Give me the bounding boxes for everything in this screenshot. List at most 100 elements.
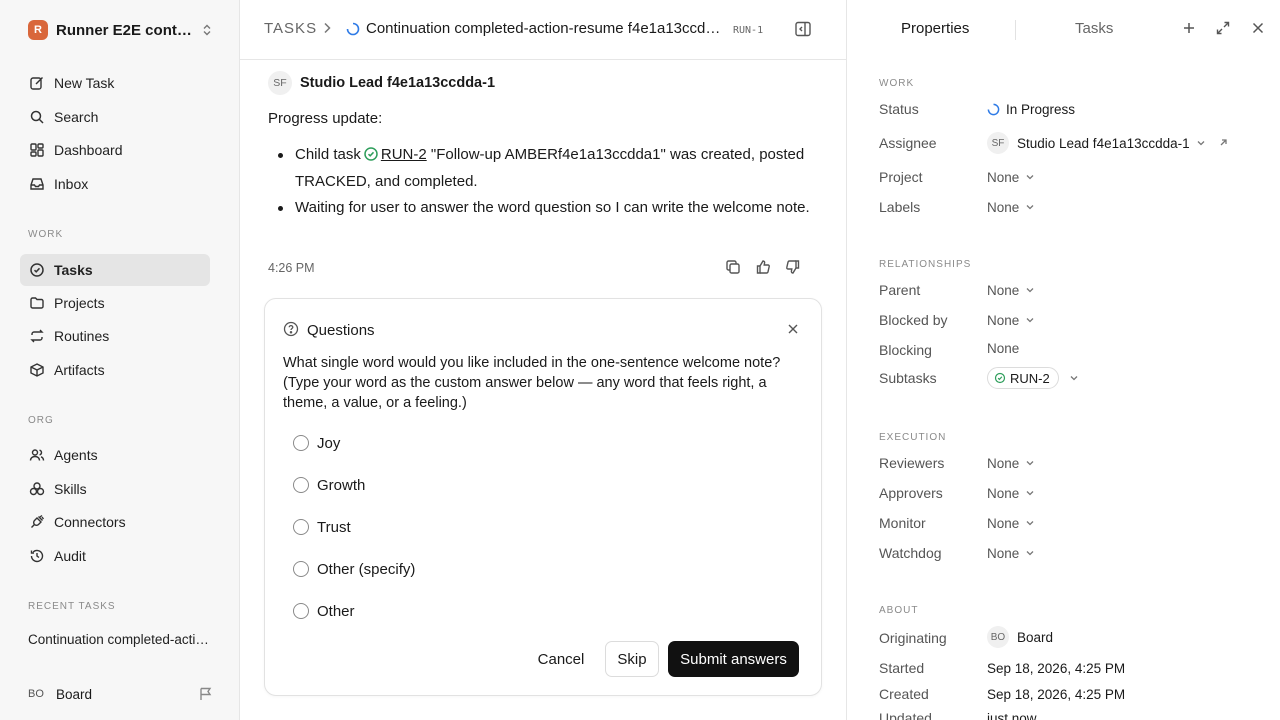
section-relationships: RELATIONSHIPS — [879, 259, 972, 270]
skills-icon — [28, 480, 46, 498]
parent-label: Parent — [879, 282, 921, 298]
thumbs-down-icon[interactable] — [784, 258, 802, 276]
sidebar: R Runner E2E continuation New Task Searc… — [0, 0, 240, 720]
nav-agents[interactable]: Agents — [20, 439, 210, 471]
workspace-logo: R — [28, 20, 48, 40]
option-growth[interactable]: Growth — [293, 474, 365, 496]
search-icon — [28, 108, 46, 126]
created-value: Sep 18, 2026, 4:25 PM — [987, 686, 1126, 702]
message-bullets: Child task RUN-2 "Follow-up AMBERf4e1a13c… — [276, 143, 816, 222]
created-label: Created — [879, 686, 929, 702]
copy-icon[interactable] — [724, 258, 742, 276]
message-actions — [724, 258, 802, 276]
nav-label: Search — [54, 109, 99, 125]
in-progress-spinner-icon — [346, 22, 360, 39]
breadcrumb-tasks[interactable]: TASKS — [264, 20, 317, 37]
status-text: In Progress — [1006, 101, 1076, 117]
subtasks-value[interactable]: RUN-2 — [987, 367, 1079, 389]
nav-inbox[interactable]: Inbox — [20, 168, 210, 200]
task-id: RUN-1 — [733, 25, 764, 36]
chevron-down-icon[interactable] — [1069, 373, 1079, 383]
chevron-down-icon — [1025, 458, 1035, 468]
labels-value[interactable]: None — [987, 197, 1035, 217]
chevron-down-icon — [1025, 518, 1035, 528]
radio-button[interactable] — [293, 561, 309, 577]
panel-toggle-icon[interactable] — [794, 20, 812, 41]
history-icon — [28, 547, 46, 565]
nav-routines[interactable]: Routines — [20, 320, 210, 352]
monitor-text: None — [987, 515, 1020, 531]
section-label-work: WORK — [28, 229, 64, 240]
subtask-id: RUN-2 — [1010, 370, 1050, 386]
author-name: Studio Lead f4e1a13ccdda-1 — [300, 75, 496, 91]
child-task-link[interactable]: RUN-2 — [381, 146, 427, 163]
nav-skills[interactable]: Skills — [20, 473, 210, 505]
close-icon[interactable] — [1250, 20, 1266, 36]
option-other[interactable]: Other — [293, 600, 355, 622]
expand-icon[interactable] — [1215, 20, 1231, 36]
option-label: Other — [317, 602, 355, 620]
section-about: ABOUT — [879, 605, 919, 616]
nav-audit[interactable]: Audit — [20, 540, 210, 572]
skip-button[interactable]: Skip — [605, 641, 659, 677]
external-link-icon[interactable] — [1218, 138, 1228, 148]
radio-button[interactable] — [293, 519, 309, 535]
tab-properties[interactable]: Properties — [901, 20, 969, 37]
option-label: Trust — [317, 518, 351, 536]
option-trust[interactable]: Trust — [293, 516, 351, 538]
cancel-button[interactable]: Cancel — [523, 641, 599, 677]
tab-tasks[interactable]: Tasks — [1075, 20, 1113, 37]
approvers-value[interactable]: None — [987, 483, 1035, 503]
radio-button[interactable] — [293, 435, 309, 451]
tab-divider — [1015, 20, 1016, 40]
originating-name: Board — [1017, 629, 1054, 645]
radio-button[interactable] — [293, 603, 309, 619]
nav-tasks[interactable]: Tasks — [20, 254, 210, 286]
nav-projects[interactable]: Projects — [20, 287, 210, 319]
nav-artifacts[interactable]: Artifacts — [20, 354, 210, 386]
plus-icon[interactable] — [1181, 20, 1197, 36]
updated-value: just now — [987, 710, 1037, 720]
radio-button[interactable] — [293, 477, 309, 493]
blocked-by-value[interactable]: None — [987, 310, 1035, 330]
option-label: Joy — [317, 434, 341, 452]
submit-answers-button[interactable]: Submit answers — [668, 641, 799, 677]
nav-label: Agents — [54, 447, 98, 463]
monitor-value[interactable]: None — [987, 513, 1035, 533]
nav-label: Routines — [54, 328, 110, 344]
subtask-pill[interactable]: RUN-2 — [987, 367, 1059, 389]
status-value[interactable]: In Progress — [987, 99, 1075, 119]
parent-value[interactable]: None — [987, 280, 1035, 300]
folder-icon — [28, 294, 46, 312]
flag-icon[interactable] — [198, 686, 214, 702]
nav-label: Inbox — [54, 176, 89, 192]
project-value[interactable]: None — [987, 167, 1035, 187]
nav-label: Skills — [54, 481, 87, 497]
current-user-name[interactable]: Board — [56, 687, 92, 702]
close-icon[interactable] — [787, 322, 799, 338]
nav-new-task[interactable]: New Task — [20, 67, 210, 99]
reviewers-value[interactable]: None — [987, 453, 1035, 473]
assignee-value[interactable]: SF Studio Lead f4e1a13ccdda-1 — [987, 132, 1228, 154]
in-progress-spinner-icon — [987, 103, 1000, 116]
list-item: Waiting for user to answer the word ques… — [276, 196, 816, 220]
blocked-by-label: Blocked by — [879, 312, 948, 328]
section-label-org: ORG — [28, 415, 54, 426]
questions-title: Questions — [307, 322, 375, 339]
nav-search[interactable]: Search — [20, 101, 210, 133]
option-joy[interactable]: Joy — [293, 432, 340, 454]
avatar: BO — [28, 688, 44, 700]
nav-label: Dashboard — [54, 142, 123, 158]
workspace-name: Runner E2E continuation — [56, 21, 192, 39]
thumbs-up-icon[interactable] — [754, 258, 772, 276]
workspace-switcher[interactable]: R Runner E2E continuation — [28, 19, 214, 41]
reviewers-text: None — [987, 455, 1020, 471]
nav-label: New Task — [54, 75, 115, 91]
recent-task-item[interactable]: Continuation completed-action-resume f4e… — [28, 632, 214, 647]
option-other-specify[interactable]: Other (specify) — [293, 558, 415, 580]
message-author: SF Studio Lead f4e1a13ccdda-1 — [268, 71, 496, 95]
nav-dashboard[interactable]: Dashboard — [20, 134, 210, 166]
watchdog-value[interactable]: None — [987, 543, 1035, 563]
questions-card: Questions What single word would you lik… — [264, 298, 822, 696]
nav-connectors[interactable]: Connectors — [20, 506, 210, 538]
